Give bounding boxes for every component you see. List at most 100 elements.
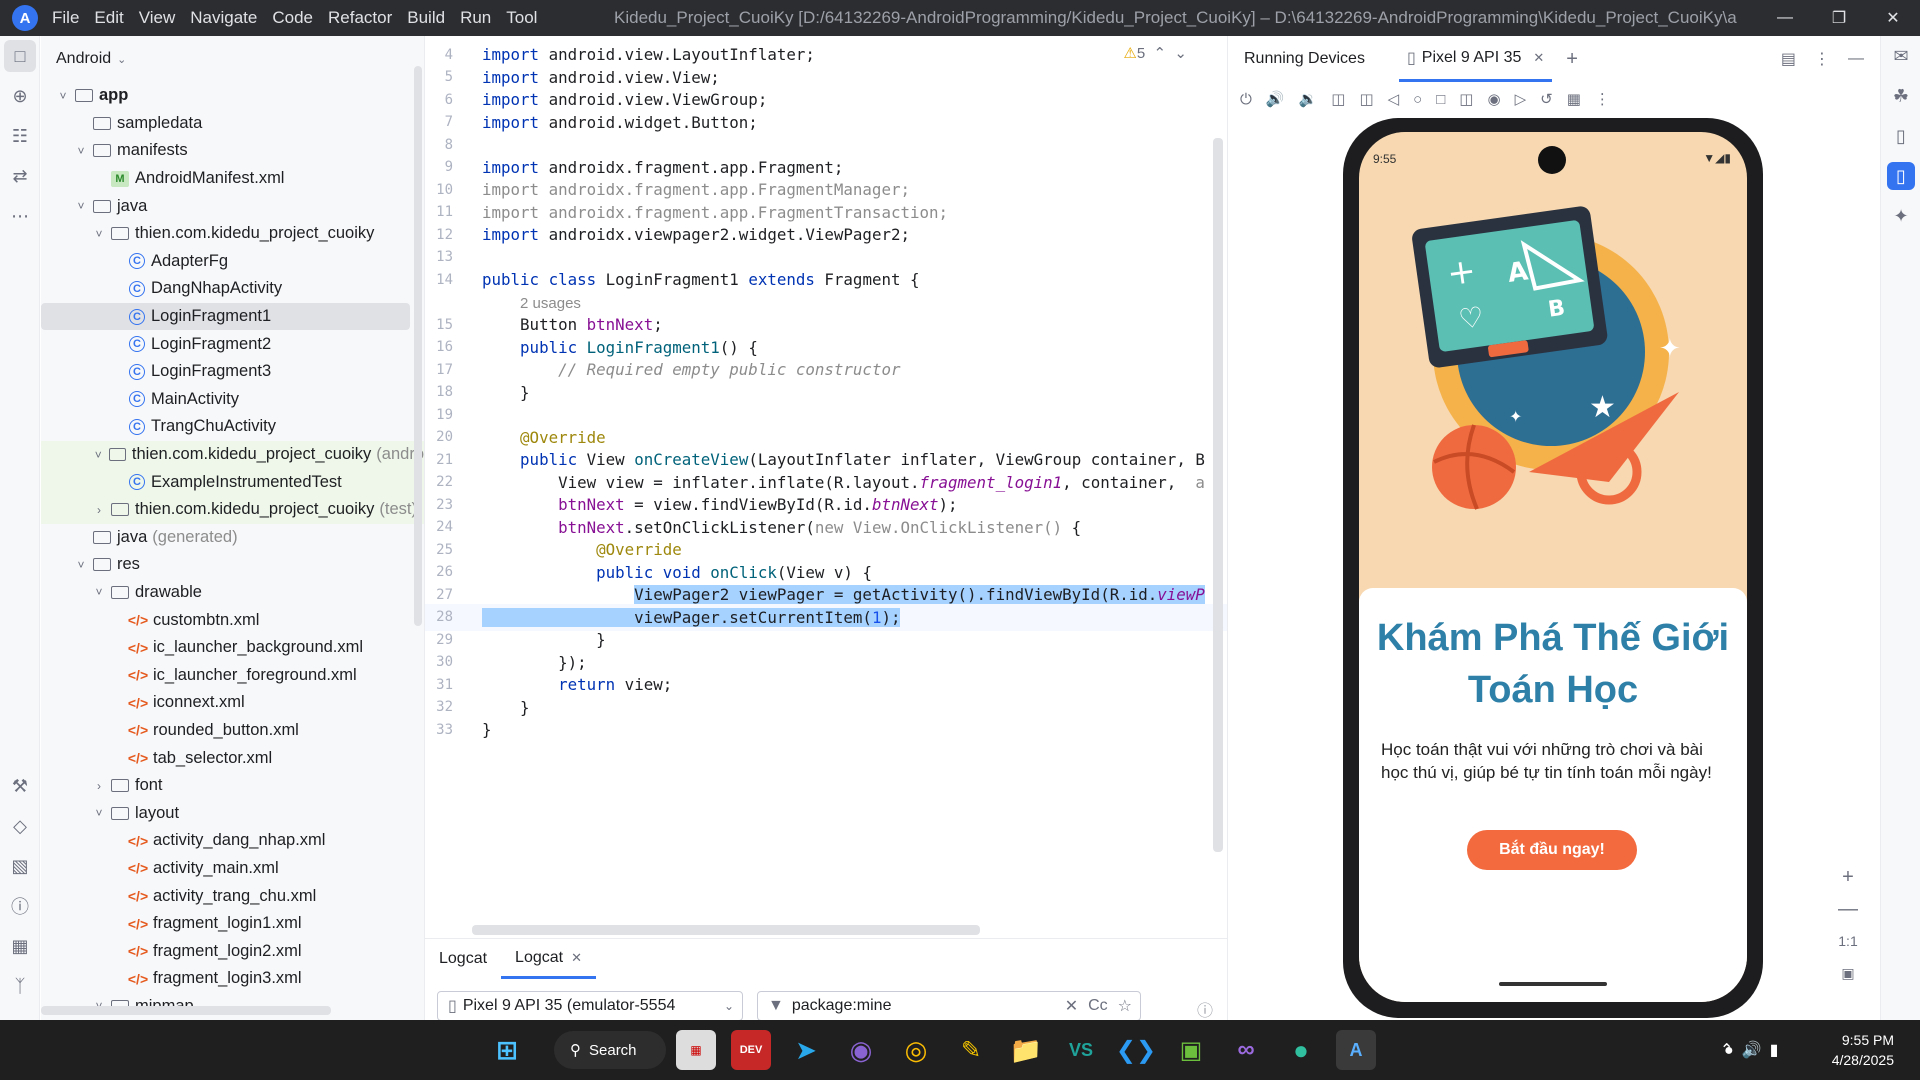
visual-studio-app-icon[interactable]: ∞ (1226, 1030, 1266, 1070)
volume-up-icon[interactable]: 🔊 (1266, 90, 1285, 108)
overview-icon[interactable]: □ (1436, 91, 1445, 108)
tree-vscrollbar[interactable] (414, 66, 422, 626)
gradle-icon[interactable]: ☘ (1881, 76, 1920, 116)
logcat-tab-main[interactable]: Logcat (425, 950, 501, 968)
tree-item[interactable]: M AndroidManifest.xml (41, 165, 424, 193)
edge-app-icon[interactable]: ● (1281, 1030, 1321, 1070)
tree-item[interactable]: C AdapterFg (41, 248, 424, 276)
clear-icon[interactable]: ✕ (1065, 996, 1078, 1016)
screenshot-icon[interactable]: ◉ (1487, 90, 1500, 108)
running-devices-icon[interactable]: ▯ (1887, 162, 1915, 190)
tree-item[interactable]: C MainActivity (41, 386, 424, 414)
vscode-insiders-app-icon[interactable]: VS (1061, 1030, 1101, 1070)
tree-item[interactable]: </> activity_dang_nhap.xml (41, 827, 424, 855)
tree-item[interactable]: ˅ java (41, 192, 424, 220)
tree-item[interactable]: </> ic_launcher_foreground.xml (41, 661, 424, 689)
zoom-in-icon[interactable]: + (1828, 861, 1868, 893)
menu-view[interactable]: View (139, 8, 176, 27)
taskbar-clock[interactable]: 9:55 PM 4/28/2025 (1832, 1030, 1894, 1070)
gem-icon[interactable]: ◇ (0, 806, 40, 846)
menu-navigate[interactable]: Navigate (190, 8, 257, 27)
options-icon[interactable]: ⋮ (1814, 49, 1830, 69)
volume-down-icon[interactable]: 🔉 (1299, 90, 1318, 108)
chevron-down-icon[interactable]: ˅ (73, 558, 89, 572)
fold-icon[interactable]: ◫ (1459, 90, 1473, 108)
calculator-app-icon[interactable]: ▦ (676, 1030, 716, 1070)
android-studio-logo[interactable]: A (12, 5, 38, 31)
notifications-icon[interactable]: ✉ (1881, 36, 1920, 76)
chevron-down-icon[interactable]: ˅ (91, 227, 107, 241)
help-icon[interactable]: ⓘ (1197, 997, 1213, 1021)
github-app-icon[interactable]: ◉ (841, 1030, 881, 1070)
zoom-out-icon[interactable]: — (1828, 893, 1868, 925)
close-icon[interactable]: ✕ (571, 950, 582, 966)
gesture-bar[interactable] (1499, 982, 1607, 986)
star-icon[interactable]: ☆ (1118, 996, 1132, 1016)
power-icon[interactable]: ⏻ (1240, 91, 1252, 108)
taskbar-search[interactable]: ⚲ Search (554, 1031, 666, 1069)
menu-tool[interactable]: Tool (506, 8, 537, 27)
tree-item[interactable]: java (generated) (41, 524, 424, 552)
tree-item[interactable]: </> fragment_login1.xml (41, 910, 424, 938)
project-view-icon[interactable]: □ (4, 40, 36, 72)
layout-icon[interactable]: ▤ (1781, 49, 1796, 69)
chevron-right-icon[interactable]: › (91, 779, 107, 793)
android-studio-app-icon[interactable]: A (1336, 1030, 1376, 1070)
project-view-selector[interactable]: Android ⌄ (41, 36, 424, 82)
tree-item[interactable]: </> custombtn.xml (41, 606, 424, 634)
snapshot-icon[interactable]: ↺ (1540, 90, 1553, 108)
rotate-left-icon[interactable]: ◫ (1331, 90, 1345, 108)
logcat-filter-input[interactable]: ▼ package:mine ✕ Cc ☆ (757, 991, 1141, 1021)
match-case-button[interactable]: Cc (1088, 997, 1108, 1015)
problems-icon[interactable]: ⓘ (0, 886, 40, 926)
tree-item[interactable]: C DangNhapActivity (41, 275, 424, 303)
tree-item[interactable]: </> fragment_login2.xml (41, 937, 424, 965)
tree-item[interactable]: </> fragment_login3.xml (41, 965, 424, 993)
tree-item[interactable]: sampledata (41, 110, 424, 138)
tree-item[interactable]: C ExampleInstrumentedTest (41, 468, 424, 496)
more-tools-icon[interactable]: ⋯ (0, 196, 40, 236)
chevron-down-icon[interactable]: ˅ (91, 806, 107, 820)
extended-controls-icon[interactable]: ▦ (1567, 90, 1581, 108)
git-icon[interactable]: ᛉ (0, 966, 40, 1006)
tree-item[interactable]: ˅ drawable (41, 579, 424, 607)
tree-item[interactable]: C TrangChuActivity (41, 413, 424, 441)
file-explorer-app-icon[interactable]: 📁 (1006, 1030, 1046, 1070)
device-manager-icon[interactable]: ▯ (1881, 116, 1920, 156)
zoom-actual-button[interactable]: 1:1 (1828, 925, 1868, 957)
tree-hscrollbar[interactable] (41, 1006, 331, 1015)
tree-item[interactable]: C LoginFragment2 (41, 330, 424, 358)
tree-item[interactable]: ˅ manifests (41, 137, 424, 165)
more-icon[interactable]: ⋮ (1595, 90, 1610, 108)
logcat-tab-active[interactable]: Logcat ✕ (501, 939, 596, 979)
editor-vscrollbar[interactable] (1213, 138, 1223, 852)
code-editor[interactable]: ⚠5 ⌃ ⌄ 4 import android.view.LayoutInflat… (425, 36, 1227, 936)
menu-refactor[interactable]: Refactor (328, 8, 392, 27)
menu-edit[interactable]: Edit (94, 8, 123, 27)
start-icon[interactable]: ⊞ (487, 1030, 527, 1070)
editor-hscrollbar[interactable] (472, 925, 980, 935)
chrome-app-icon[interactable]: ◎ (896, 1030, 936, 1070)
chevron-down-icon[interactable]: ˅ (91, 448, 105, 462)
build-icon[interactable]: ⚒ (0, 766, 40, 806)
commit-icon[interactable]: ⊕ (0, 76, 40, 116)
tree-item[interactable]: </> iconnext.xml (41, 689, 424, 717)
tree-item[interactable]: C LoginFragment1 (41, 302, 410, 331)
menu-run[interactable]: Run (460, 8, 491, 27)
start-button[interactable]: Bắt đầu ngay! (1467, 830, 1637, 870)
tree-item[interactable]: ˅ layout (41, 799, 424, 827)
add-device-icon[interactable]: + (1566, 48, 1578, 71)
telegram-app-icon[interactable]: ➤ (786, 1030, 826, 1070)
structure-icon[interactable]: ☷ (0, 116, 40, 156)
chevron-right-icon[interactable]: › (91, 503, 107, 517)
rotate-right-icon[interactable]: ◫ (1359, 90, 1373, 108)
devcpp-app-icon[interactable]: DEV (731, 1030, 771, 1070)
device-selector[interactable]: ▯ Pixel 9 API 35 (emulator-5554 ⌄ (437, 991, 743, 1021)
network-volume-battery-icons[interactable]: ●🔊▮ (1724, 1040, 1786, 1060)
paint-app-icon[interactable]: ✎ (951, 1030, 991, 1070)
tree-item[interactable]: </> activity_trang_chu.xml (41, 882, 424, 910)
codeblocks-app-icon[interactable]: ▣ (1171, 1030, 1211, 1070)
home-icon[interactable]: ○ (1413, 91, 1422, 108)
chevron-down-icon[interactable]: ˅ (55, 89, 71, 103)
pull-requests-icon[interactable]: ⇄ (0, 156, 40, 196)
